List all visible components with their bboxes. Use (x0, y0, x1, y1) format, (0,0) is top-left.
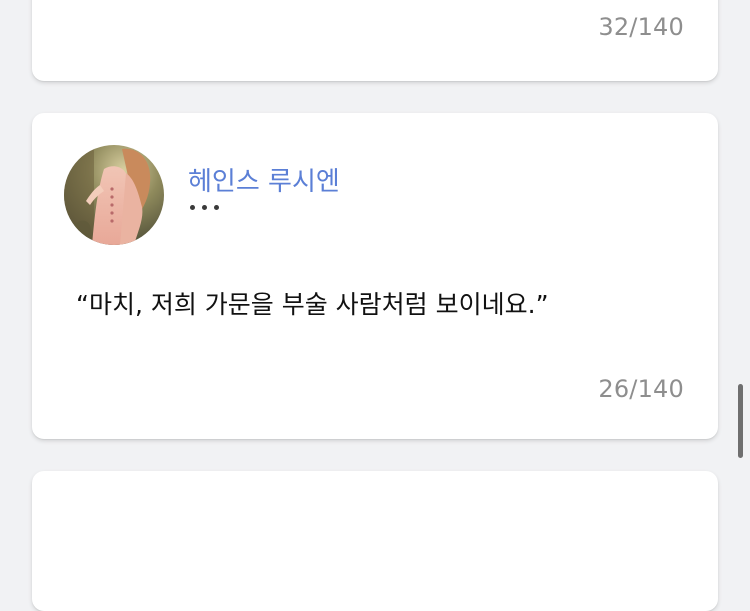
avatar-image (64, 145, 164, 245)
avatar[interactable] (64, 145, 164, 245)
post-card[interactable]: 헤인스 루시엔 “마치, 저희 가문을 부술 사람처럼 보이네요.” 26/14… (32, 113, 718, 439)
post-card[interactable]: 32/140 (32, 0, 718, 81)
scrollbar[interactable] (738, 384, 743, 458)
post-card[interactable] (32, 471, 718, 611)
author-name[interactable]: 헤인스 루시엔 (188, 161, 340, 198)
post-quote: “마치, 저희 가문을 부술 사람처럼 보이네요.” (76, 290, 549, 319)
char-counter: 32/140 (598, 13, 684, 41)
char-counter: 26/140 (598, 375, 684, 403)
more-options-icon[interactable] (190, 205, 219, 210)
